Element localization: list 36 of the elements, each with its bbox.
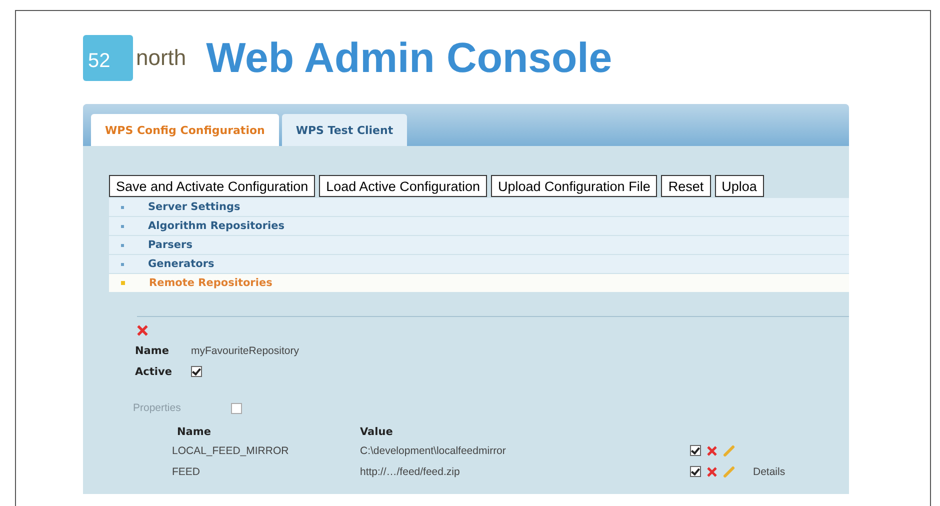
bullet-icon <box>121 281 125 285</box>
table-cell-text: LOCAL_FEED_MIRROR <box>171 444 290 456</box>
action-button[interactable]: Uploa <box>714 175 764 197</box>
properties-checkbox[interactable] <box>231 402 242 414</box>
row-checkbox[interactable] <box>690 445 701 456</box>
properties-label: Properties <box>133 402 182 414</box>
field-label: Active <box>135 366 173 378</box>
logo-badge: 52 <box>83 34 133 80</box>
accordion-header[interactable]: Parsers <box>109 236 849 254</box>
column-header: Value <box>360 426 394 438</box>
bullet-icon <box>121 224 124 228</box>
table-cell-text: http://…/feed/feed.zip <box>360 466 461 478</box>
action-button[interactable]: Save and Activate Configuration <box>109 175 316 197</box>
table-cell-text: FEED <box>171 466 202 478</box>
accordion-header[interactable]: Server Settings <box>109 198 849 216</box>
active-checkbox[interactable] <box>191 366 202 377</box>
accordion-header[interactable]: Generators <box>109 255 849 273</box>
accordion-header[interactable]: Algorithm Repositories <box>109 217 849 235</box>
column-header: Name <box>176 426 212 438</box>
bullet-icon <box>121 244 124 246</box>
bullet-icon <box>121 262 124 266</box>
action-button[interactable]: Load Active Configuration <box>319 175 487 197</box>
action-button[interactable]: Reset <box>661 175 711 197</box>
page-title: Web Admin Console <box>206 34 612 82</box>
action-button[interactable]: Upload Configuration File <box>490 175 658 197</box>
field-label: Name <box>135 344 170 356</box>
table-cell-text: C:\development\localfeedmirror <box>360 444 507 456</box>
delete-icon[interactable] <box>707 446 717 456</box>
row-checkbox[interactable] <box>690 466 701 477</box>
delete-icon[interactable] <box>137 325 148 336</box>
logo-text: north <box>136 44 186 70</box>
details-link[interactable]: Details <box>753 466 786 478</box>
bullet-icon <box>121 206 124 208</box>
delete-icon[interactable] <box>707 466 717 476</box>
tab[interactable]: WPS Test Client <box>282 114 408 146</box>
repository-name: myFavouriteRepository <box>191 344 299 356</box>
